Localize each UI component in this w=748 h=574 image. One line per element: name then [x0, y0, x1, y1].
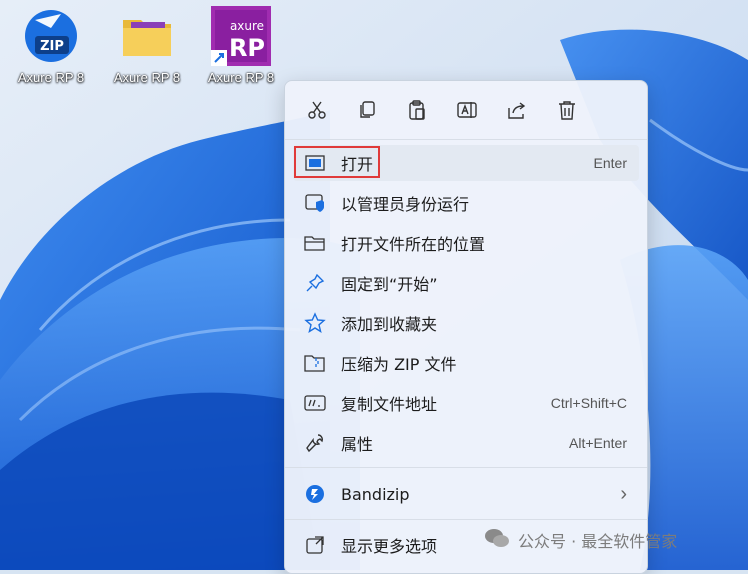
menu-item-label: 打开文件所在的位置 [341, 235, 486, 254]
divider [285, 467, 647, 468]
menu-item-label: 添加到收藏夹 [341, 315, 438, 334]
share-button[interactable] [499, 92, 535, 128]
menu-item-label: 压缩为 ZIP 文件 [341, 355, 457, 374]
menu-item-label: 打开 [341, 155, 374, 174]
desktop-icon-folder[interactable]: Axure RP 8 [102, 6, 192, 94]
axure-rp-icon: axure RP [211, 6, 271, 66]
menu-item-bandizip[interactable]: Bandizip › [293, 476, 639, 512]
share-icon [508, 102, 526, 119]
context-menu-toolbar [285, 81, 647, 139]
run-as-admin-icon [303, 191, 327, 215]
bandizip-icon [303, 482, 327, 506]
cut-button[interactable] [299, 92, 335, 128]
context-menu: 打开 Enter 以管理员身份运行 打开文件所在的位置 固定到“开始” 添加到收… [284, 80, 648, 574]
menu-item-copy-path[interactable]: 复制文件地址 Ctrl+Shift+C [293, 385, 639, 421]
open-icon [303, 151, 327, 175]
wechat-icon [484, 527, 510, 553]
divider [285, 139, 647, 140]
menu-item-properties[interactable]: 属性 Alt+Enter [293, 425, 639, 461]
menu-item-shortcut: Enter [593, 155, 627, 171]
cut-icon [308, 101, 326, 119]
menu-item-label: 以管理员身份运行 [341, 195, 470, 214]
menu-item-run-as-admin[interactable]: 以管理员身份运行 [293, 185, 639, 221]
divider [285, 519, 647, 520]
paste-icon [409, 100, 425, 120]
svg-text:axure: axure [230, 19, 264, 33]
menu-item-compress-zip[interactable]: 压缩为 ZIP 文件 [293, 345, 639, 381]
menu-item-label: 固定到“开始” [341, 275, 438, 294]
rename-button[interactable] [449, 92, 485, 128]
menu-item-label: 复制文件地址 [341, 395, 438, 414]
delete-button[interactable] [549, 92, 585, 128]
menu-item-label: 属性 [341, 435, 374, 454]
menu-item-pin-to-start[interactable]: 固定到“开始” [293, 265, 639, 301]
menu-item-add-to-favorites[interactable]: 添加到收藏夹 [293, 305, 639, 341]
copy-icon [360, 101, 375, 118]
svg-text:RP: RP [229, 34, 265, 62]
pin-icon [303, 271, 327, 295]
desktop-icon-label: Axure RP 8 [207, 70, 275, 85]
svg-text:ZIP: ZIP [40, 39, 64, 54]
rename-icon [457, 102, 477, 118]
menu-item-open-file-location[interactable]: 打开文件所在的位置 [293, 225, 639, 261]
submenu-chevron-icon: › [620, 482, 627, 505]
watermark: 公众号 · 最全软件管家 [484, 526, 677, 554]
desktop-icon-label: Axure RP 8 [113, 70, 181, 85]
folder-icon [117, 6, 177, 66]
paste-button[interactable] [399, 92, 435, 128]
copy-button[interactable] [349, 92, 385, 128]
menu-item-label: Bandizip [341, 484, 410, 504]
desktop-icon-label: Axure RP 8 [17, 70, 85, 85]
menu-item-open[interactable]: 打开 Enter [293, 145, 639, 181]
desktop-icon-axure[interactable]: axure RP Axure RP 8 [196, 6, 286, 94]
copy-path-icon [303, 391, 327, 415]
menu-item-shortcut: Ctrl+Shift+C [550, 395, 627, 411]
delete-icon [559, 101, 575, 120]
desktop-icon-zip[interactable]: ZIP Axure RP 8 [6, 6, 96, 94]
star-icon [303, 311, 327, 335]
wrench-icon [303, 431, 327, 455]
menu-item-shortcut: Alt+Enter [569, 435, 627, 451]
watermark-text: 公众号 · 最全软件管家 [518, 532, 678, 551]
zip-compress-icon [303, 351, 327, 375]
folder-open-icon [303, 231, 327, 255]
more-options-icon [303, 533, 327, 557]
zip-icon: ZIP [21, 6, 81, 66]
